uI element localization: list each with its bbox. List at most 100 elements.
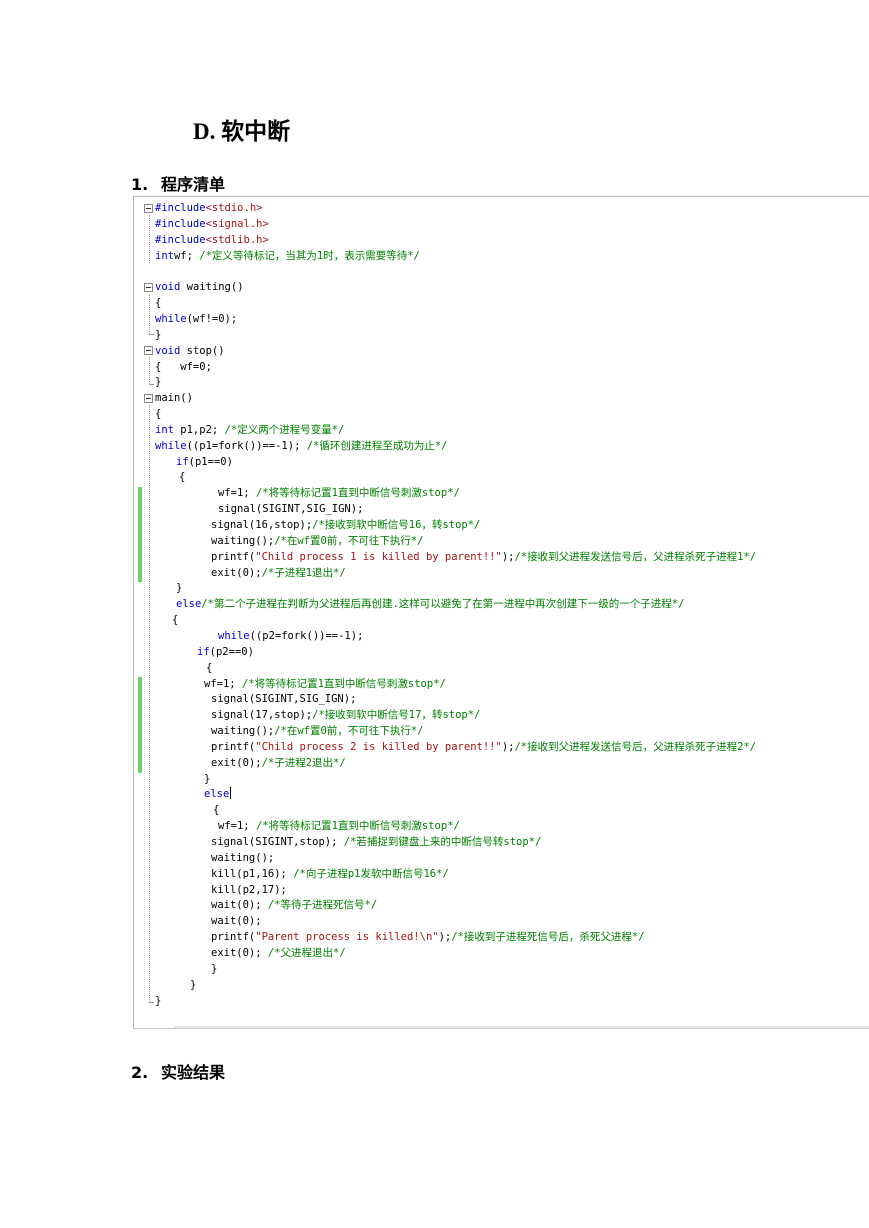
- code-line: main(): [155, 391, 193, 406]
- code-token: {: [179, 471, 186, 484]
- code-token: /*接收到父进程发送信号后，父进程杀死子进程1*/: [514, 550, 757, 563]
- code-token: #include: [155, 233, 206, 246]
- code-token: while: [218, 629, 250, 642]
- code-token: stop(): [180, 344, 225, 357]
- heading-program-listing: 1. 程序清单: [131, 171, 225, 195]
- code-line: {: [213, 803, 219, 818]
- code-token: printf(: [211, 740, 256, 753]
- code-token: /*父进程退出*/: [267, 946, 346, 959]
- code-token: signal(SIGINT,SIG_IGN);: [211, 693, 357, 706]
- code-token: while: [155, 439, 187, 452]
- code-line: waiting();/*在wf置0前，不可往下执行*/: [211, 534, 423, 549]
- code-token: /*将等待标记置1直到中断信号刺激stop*/: [255, 487, 460, 500]
- code-token: /*接收到父进程发送信号后，父进程杀死子进程2*/: [514, 740, 757, 753]
- code-line: if(p2==0): [197, 645, 254, 660]
- code-line: else: [204, 787, 232, 802]
- code-token: if: [197, 645, 210, 658]
- code-token: <stdio.h>: [205, 202, 263, 214]
- code-token: main(): [155, 392, 193, 405]
- code-token: waiting();: [211, 534, 275, 547]
- code-token: /*子进程2退出*/: [261, 756, 346, 769]
- code-token: p1,p2;: [173, 423, 225, 436]
- code-token: signal(SIGINT,SIG_IGN);: [218, 503, 364, 516]
- code-token: /*将等待标记置1直到中断信号刺激stop*/: [241, 677, 446, 690]
- code-token: }: [155, 328, 162, 341]
- code-token: {: [155, 408, 162, 421]
- code-token: { wf=0;: [155, 360, 212, 373]
- collapse-icon[interactable]: [144, 394, 153, 403]
- code-token: wf=1;: [204, 677, 242, 690]
- change-marker: [138, 487, 142, 582]
- fold-end: [149, 384, 154, 385]
- code-line: else/*第二个子进程在判断为父进程后再创建.这样可以避免了在第一进程中再次创…: [176, 597, 684, 612]
- change-marker: [138, 677, 142, 773]
- code-token: printf(: [211, 550, 256, 563]
- code-line: signal(16,stop);/*接收到软中断信号16，转stop*/: [211, 518, 480, 533]
- code-token: /*第二个子进程在判断为父进程后再创建.这样可以避免了在第一进程中再次创建下一级…: [201, 598, 685, 611]
- code-token: /*将等待标记置1直到中断信号刺激stop*/: [255, 820, 460, 833]
- collapse-icon[interactable]: [144, 346, 153, 355]
- code-token: int: [155, 423, 174, 436]
- collapse-icon[interactable]: [144, 283, 153, 292]
- code-line: signal(SIGINT,stop); /*若捕捉到键盘上来的中断信号转sto…: [211, 835, 541, 850]
- frame-shadow: [174, 1026, 869, 1028]
- code-token: signal(16,stop);: [211, 519, 313, 531]
- code-token: (p2==0): [209, 645, 254, 658]
- code-line: wf=1; /*将等待标记置1直到中断信号刺激stop*/: [218, 819, 460, 834]
- code-line: #include<stdio.h>: [155, 201, 262, 216]
- code-token: signal(17,stop);: [211, 709, 313, 722]
- code-token: /*定义等待标记，当其为1时，表示需要等待*/: [199, 249, 420, 262]
- code-token: /*在wf置0前，不可往下执行*/: [274, 725, 424, 738]
- code-line: }: [155, 328, 161, 343]
- code-token: /*子进程1退出*/: [261, 566, 346, 579]
- code-token: printf(: [211, 931, 256, 944]
- heading-text: 程序清单: [161, 175, 226, 194]
- section-title: D. 软中断: [193, 119, 291, 144]
- code-token: }: [190, 978, 197, 991]
- code-token: wait(0);: [211, 899, 268, 912]
- code-line: }: [155, 375, 161, 390]
- code-line: int p1,p2; /*定义两个进程号变量*/: [155, 423, 344, 438]
- code-line: printf("Child process 2 is killed by par…: [211, 740, 756, 755]
- text-cursor: [230, 787, 232, 800]
- code-token: kill(p2,17);: [211, 883, 287, 896]
- code-token: {: [155, 297, 162, 310]
- code-token: #include: [155, 202, 206, 214]
- code-token: wait(0);: [211, 915, 262, 928]
- code-token: (wf!=0);: [186, 312, 238, 325]
- code-line: }: [204, 772, 210, 787]
- code-line: {: [155, 296, 161, 311]
- fold-end: [149, 1002, 154, 1003]
- fold-guide: [149, 357, 150, 384]
- code-token: /*接收到软中断信号16，转stop*/: [312, 519, 481, 531]
- code-token: {: [206, 661, 213, 674]
- code-token: kill(p1,16);: [211, 867, 294, 880]
- code-listing: #include<stdio.h> #include<signal.h> #incl…: [133, 196, 869, 1029]
- code-line: waiting();: [211, 851, 274, 866]
- code-token: exit(0);: [211, 566, 262, 579]
- code-token: }: [155, 376, 162, 389]
- collapse-icon[interactable]: [144, 204, 153, 213]
- code-token: /*向子进程p1发软中断信号16*/: [293, 867, 449, 880]
- code-token: }: [155, 994, 162, 1007]
- code-line: waiting();/*在wf置0前，不可往下执行*/: [211, 724, 423, 739]
- code-line: exit(0); /*父进程退出*/: [211, 946, 346, 961]
- code-line: {: [179, 470, 185, 485]
- code-line: intwf; /*定义等待标记，当其为1时，表示需要等待*/: [155, 249, 420, 264]
- fold-guide: [149, 405, 150, 1002]
- code-token: /*循环创建进程至成功为止*/: [306, 439, 448, 452]
- code-token: {: [172, 614, 179, 627]
- code-line: printf("Parent process is killed!\n");/*…: [211, 930, 645, 945]
- code-token: );: [501, 740, 515, 753]
- code-token: #include: [155, 217, 206, 230]
- code-token: exit(0);: [211, 756, 262, 769]
- code-token: else: [204, 788, 230, 801]
- code-line: wf=1; /*将等待标记置1直到中断信号刺激stop*/: [204, 677, 446, 692]
- code-token: <signal.h>: [205, 217, 269, 230]
- heading-experiment-results: 2. 实验结果: [131, 1059, 225, 1083]
- code-token: wf;: [173, 249, 200, 262]
- code-token: /*若捕捉到键盘上来的中断信号转stop*/: [343, 836, 542, 848]
- code-line: {: [155, 407, 161, 422]
- code-token: "Child process 2 is killed by parent!!": [255, 740, 502, 753]
- code-token: exit(0);: [211, 946, 268, 959]
